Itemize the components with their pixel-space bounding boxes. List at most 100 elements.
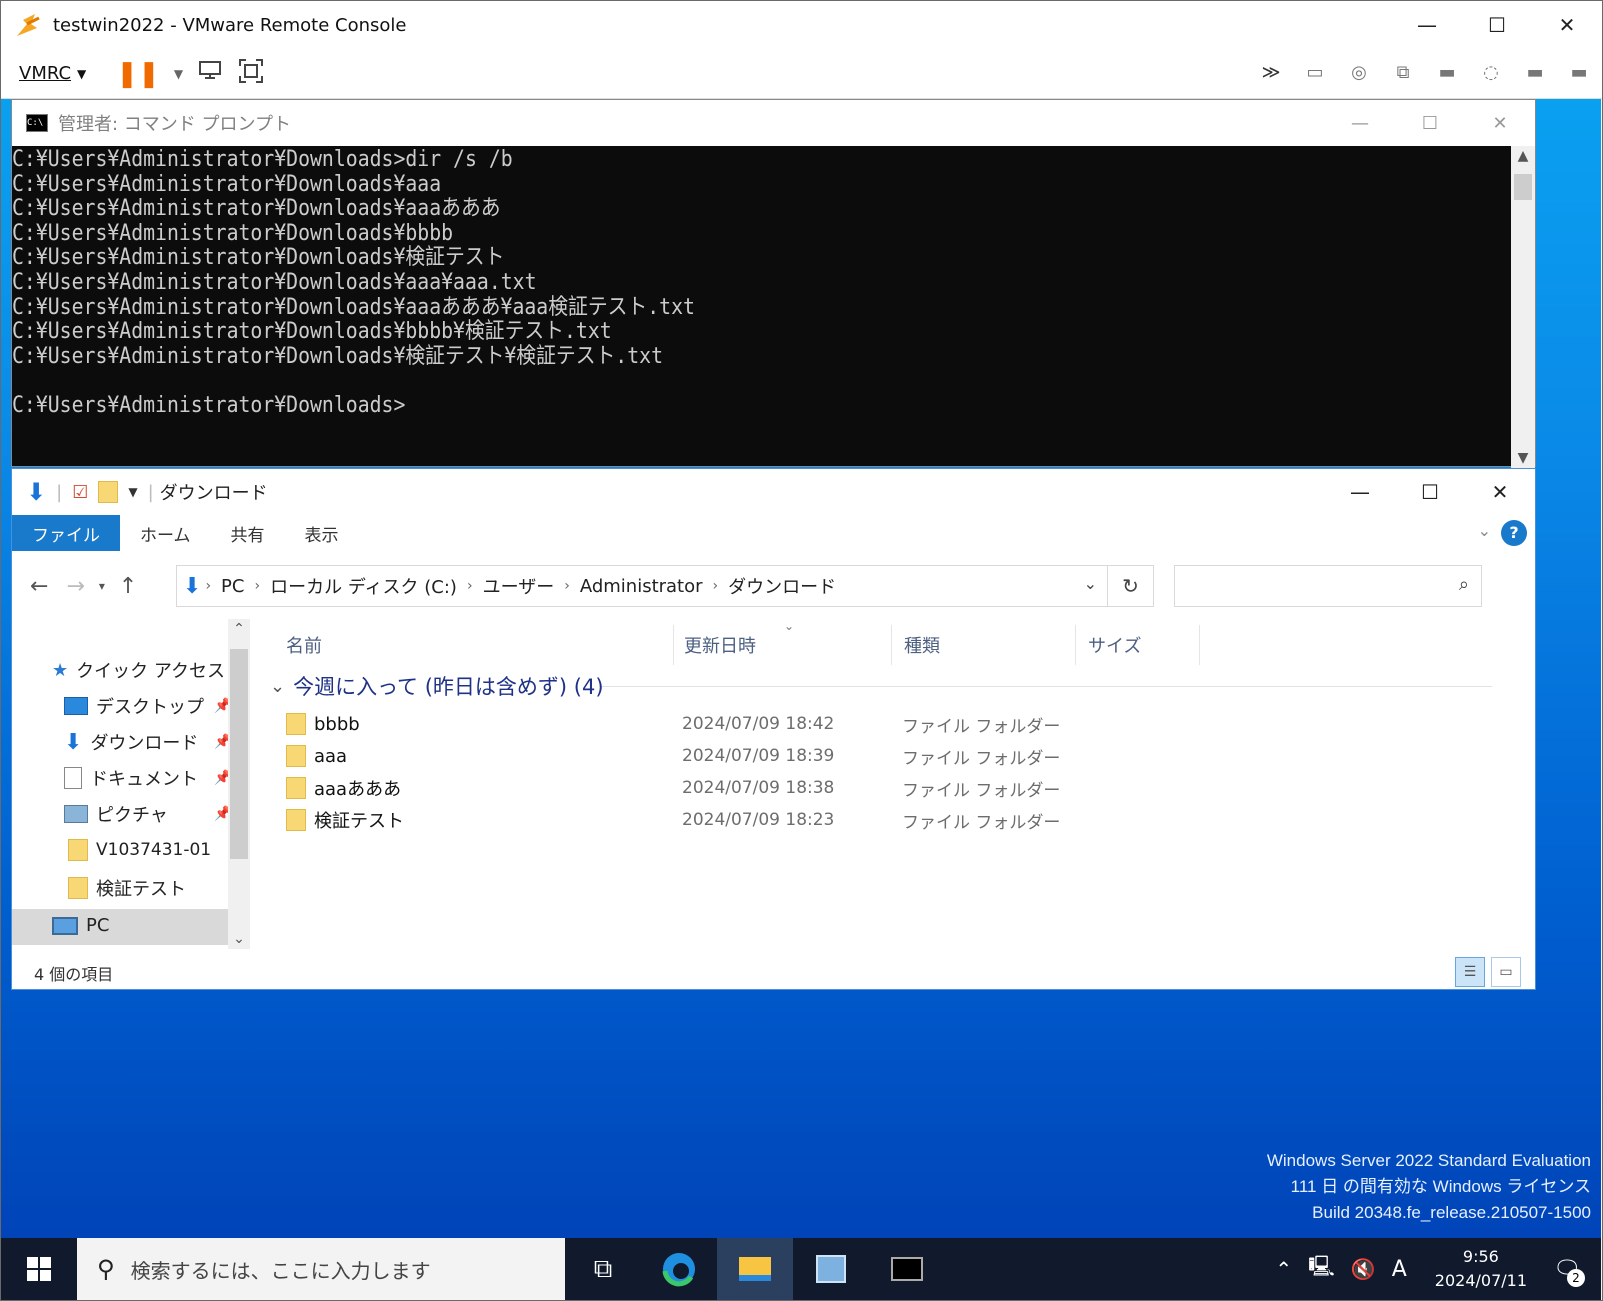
send-ctrl-alt-del-icon[interactable] [197,58,223,90]
search-input[interactable]: ⌕ [1174,565,1482,607]
scroll-down-icon[interactable]: ⌄ [228,931,250,947]
cmd-titlebar[interactable]: C:\ 管理者: コマンド プロンプト — ☐ ✕ [12,100,1535,146]
vmrc-minimize-button[interactable]: — [1392,1,1462,49]
chevron-down-icon[interactable]: ⌄ [270,676,285,697]
file-explorer-icon[interactable] [717,1238,793,1300]
sound-device-icon[interactable]: ◌ [1478,59,1504,85]
file-list[interactable]: 名前 更新日時 ⌄ 種類 サイズ ⌄ 今週に入って (昨日は含めず) (4) b… [262,619,1522,949]
file-row[interactable]: aaa 2024/07/09 18:39 ファイル フォルダー [286,740,1486,772]
breadcrumb-users[interactable]: ユーザー [483,573,555,599]
network-icon[interactable]: 🖳 [1308,1252,1335,1286]
refresh-button[interactable]: ↻ [1108,565,1154,607]
column-header-type[interactable]: 種類 [904,625,1076,665]
nav-item-desktop[interactable]: デスクトップ 📌 [64,693,254,719]
tab-view[interactable]: 表示 [285,515,359,551]
ime-indicator[interactable]: A [1392,1257,1407,1282]
chevron-right-icon[interactable]: › [713,578,719,594]
tab-home[interactable]: ホーム [120,515,211,551]
cmd-close-button[interactable]: ✕ [1465,100,1535,146]
breadcrumb-local-disk[interactable]: ローカル ディスク (C:) [270,573,457,599]
taskbar-search-box[interactable]: ⚲ 検索するには、ここに入力します [77,1238,565,1300]
show-hidden-icons-icon[interactable]: ⌃ [1275,1257,1292,1281]
file-row[interactable]: bbbb 2024/07/09 18:42 ファイル フォルダー [286,708,1486,740]
explorer-window[interactable]: ⬇ | ☑ ▼ | ダウンロード — ☐ ✕ ファイル ホーム 共有 表示 ⌄ … [11,468,1536,990]
usb-device-icon[interactable]: ▬ [1434,59,1460,85]
scroll-up-icon[interactable]: ⌃ [228,621,250,637]
cmd-window[interactable]: C:\ 管理者: コマンド プロンプト — ☐ ✕ C:¥Users¥Admin… [11,99,1536,468]
hard-disk-icon[interactable]: ▭ [1302,59,1328,85]
chevron-right-icon[interactable]: › [564,578,570,594]
file-type: ファイル フォルダー [902,748,1061,769]
nav-item-pictures[interactable]: ピクチャ 📌 [64,801,254,827]
vmrc-titlebar[interactable]: testwin2022 - VMware Remote Console — ☐ … [1,1,1602,49]
usb-device-2-icon[interactable]: ▬ [1522,59,1548,85]
explorer-close-button[interactable]: ✕ [1465,469,1535,515]
power-dropdown-icon[interactable]: ▼ [174,67,183,81]
clock[interactable]: 9:56 2024/07/11 [1435,1245,1527,1293]
new-folder-icon[interactable] [98,481,119,503]
column-header-date[interactable]: 更新日時 ⌄ [684,619,892,665]
column-header-name[interactable]: 名前 [286,625,674,665]
expand-ribbon-icon[interactable]: ⌄ [1478,521,1491,540]
more-devices-icon[interactable]: ≫ [1258,59,1284,85]
command-prompt-icon[interactable] [869,1238,945,1300]
start-button[interactable] [1,1238,77,1300]
nav-item-pc[interactable]: PC [52,915,109,936]
network-adapter-icon[interactable]: ⧉ [1390,59,1416,85]
chevron-right-icon[interactable]: › [254,578,260,594]
forward-icon[interactable]: → [66,574,84,599]
vmrc-menu-button[interactable]: VMRC ▼ [19,63,86,84]
cmd-scrollbar[interactable]: ▲ ▼ [1511,146,1535,468]
file-row[interactable]: aaaあああ 2024/07/09 18:38 ファイル フォルダー [286,772,1486,804]
chevron-right-icon[interactable]: › [467,578,473,594]
volume-muted-icon[interactable]: 🔇 [1351,1257,1376,1281]
usb-device-3-icon[interactable]: ▬ [1566,59,1592,85]
address-bar[interactable]: ⬇ › PC › ローカル ディスク (C:) › ユーザー › Adminis… [176,565,1108,607]
guest-desktop[interactable]: C:\ 管理者: コマンド プロンプト — ☐ ✕ C:¥Users¥Admin… [1,99,1601,1238]
column-header-size[interactable]: サイズ [1088,625,1200,665]
nav-pane-scrollbar[interactable]: ⌃ ⌄ [228,619,250,949]
cmd-minimize-button[interactable]: — [1325,100,1395,146]
cd-dvd-icon[interactable]: ◎ [1346,59,1372,85]
nav-item-documents[interactable]: ドキュメント 📌 [64,765,254,791]
edge-icon[interactable] [641,1238,717,1300]
chevron-right-icon[interactable]: › [205,578,211,594]
qat-dropdown-icon[interactable]: ▼ [128,485,137,499]
help-icon[interactable]: ? [1501,520,1527,546]
explorer-titlebar[interactable]: ⬇ | ☑ ▼ | ダウンロード — ☐ ✕ [12,469,1535,515]
large-icons-view-icon[interactable]: ▭ [1491,957,1521,987]
breadcrumb-downloads[interactable]: ダウンロード [728,573,836,599]
vmrc-close-button[interactable]: ✕ [1532,1,1602,49]
up-icon[interactable]: ↑ [119,574,137,599]
scroll-down-icon[interactable]: ▼ [1511,450,1535,466]
group-header[interactable]: ⌄ 今週に入って (昨日は含めず) (4) [270,671,604,701]
notification-center-icon[interactable]: 🗨 2 [1547,1249,1587,1289]
address-dropdown-icon[interactable]: ⌄ [1084,574,1097,593]
explorer-maximize-button[interactable]: ☐ [1395,469,1465,515]
fullscreen-icon[interactable] [237,57,265,91]
scroll-up-icon[interactable]: ▲ [1511,148,1535,164]
cmd-output[interactable]: C:¥Users¥Administrator¥Downloads>dir /s … [12,146,1360,468]
details-view-icon[interactable]: ☰ [1455,957,1485,987]
nav-item-kensho-test[interactable]: 検証テスト [68,875,186,901]
file-row[interactable]: 検証テスト 2024/07/09 18:23 ファイル フォルダー [286,804,1486,836]
nav-item-downloads[interactable]: ⬇ ダウンロード 📌 [64,729,254,755]
back-icon[interactable]: ← [30,574,48,599]
tab-share[interactable]: 共有 [211,515,285,551]
explorer-minimize-button[interactable]: — [1325,469,1395,515]
pause-icon[interactable]: ❚❚ [116,59,160,89]
nav-item-v1037431[interactable]: V1037431-01 [68,839,211,861]
breadcrumb-administrator[interactable]: Administrator [580,576,703,597]
task-view-icon[interactable]: ⧉ [565,1238,641,1300]
properties-icon[interactable]: ☑ [72,482,88,503]
recent-locations-icon[interactable]: ▾ [99,579,105,593]
server-manager-icon[interactable] [793,1238,869,1300]
nav-quick-access[interactable]: ★ クイック アクセス [52,657,225,683]
nav-pane-scroll-thumb[interactable] [230,649,248,859]
cmd-maximize-button[interactable]: ☐ [1395,100,1465,146]
vmrc-maximize-button[interactable]: ☐ [1462,1,1532,49]
breadcrumb-pc[interactable]: PC [221,576,244,597]
nav-pc-selected-row[interactable] [12,909,228,945]
tab-file[interactable]: ファイル [12,515,120,551]
cmd-scroll-thumb[interactable] [1514,174,1532,200]
